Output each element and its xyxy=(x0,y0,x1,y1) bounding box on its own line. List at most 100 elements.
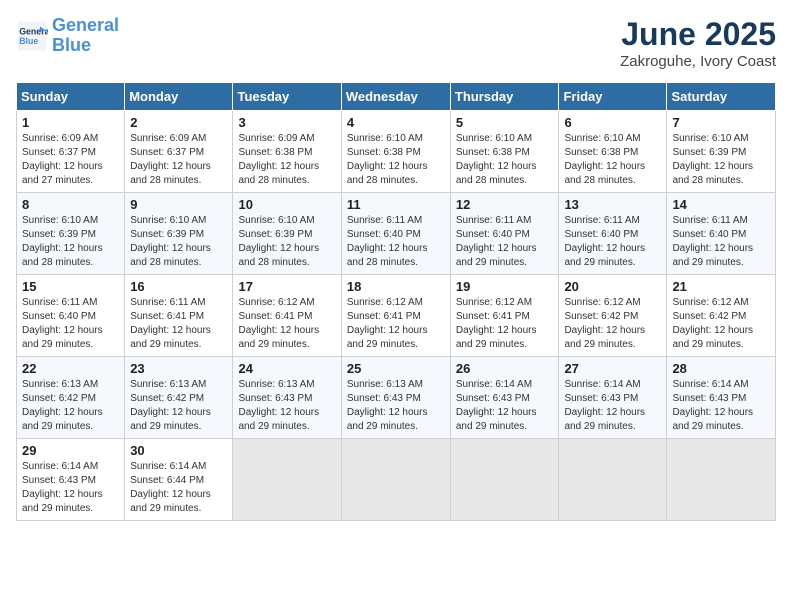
day-info: Sunrise: 6:10 AMSunset: 6:39 PMDaylight:… xyxy=(130,214,227,270)
day-number: 4 xyxy=(347,115,445,130)
header-thursday: Thursday xyxy=(450,83,559,111)
day-info: Sunrise: 6:14 AMSunset: 6:43 PMDaylight:… xyxy=(456,378,554,434)
calendar-day-cell: 11 Sunrise: 6:11 AMSunset: 6:40 PMDayligh… xyxy=(341,193,450,275)
calendar-day-cell: 7Sunrise: 6:10 AMSunset: 6:39 PMDaylight… xyxy=(667,111,776,193)
calendar-week-row: 8Sunrise: 6:10 AMSunset: 6:39 PMDaylight… xyxy=(17,193,776,275)
day-info: Sunrise: 6:11 AMSunset: 6:41 PMDaylight:… xyxy=(130,296,227,352)
day-info: Sunrise: 6:13 AMSunset: 6:42 PMDaylight:… xyxy=(22,378,119,434)
calendar-day-cell: 14 Sunrise: 6:11 AMSunset: 6:40 PMDayligh… xyxy=(667,193,776,275)
day-number: 14 xyxy=(672,197,770,212)
logo: General Blue General Blue xyxy=(16,16,119,56)
day-info: Sunrise: 6:11 AMSunset: 6:40 PMDaylight:… xyxy=(456,214,554,270)
day-info: Sunrise: 6:10 AMSunset: 6:38 PMDaylight:… xyxy=(456,132,554,188)
day-number: 12 xyxy=(456,197,554,212)
day-number: 13 xyxy=(564,197,661,212)
calendar-day-cell: 1 Sunrise: 6:09 AMSunset: 6:37 PMDaylight… xyxy=(17,111,125,193)
day-number: 22 xyxy=(22,361,119,376)
logo-line2: Blue xyxy=(52,35,91,55)
calendar-day-cell: 2 Sunrise: 6:09 AMSunset: 6:37 PMDaylight… xyxy=(125,111,233,193)
calendar-day-cell: 16 Sunrise: 6:11 AMSunset: 6:41 PMDayligh… xyxy=(125,275,233,357)
day-info: Sunrise: 6:09 AMSunset: 6:38 PMDaylight:… xyxy=(238,132,335,188)
calendar-day-cell: 28 Sunrise: 6:14 AMSunset: 6:43 PMDayligh… xyxy=(667,357,776,439)
day-number: 6 xyxy=(564,115,661,130)
day-number: 2 xyxy=(130,115,227,130)
calendar-day-cell: 18 Sunrise: 6:12 AMSunset: 6:41 PMDayligh… xyxy=(341,275,450,357)
header-sunday: Sunday xyxy=(17,83,125,111)
day-number: 21 xyxy=(672,279,770,294)
day-number: 19 xyxy=(456,279,554,294)
calendar-day-cell: 24 Sunrise: 6:13 AMSunset: 6:43 PMDayligh… xyxy=(233,357,341,439)
day-number: 10 xyxy=(238,197,335,212)
day-number: 24 xyxy=(238,361,335,376)
calendar-week-row: 15 Sunrise: 6:11 AMSunset: 6:40 PMDayligh… xyxy=(17,275,776,357)
calendar-day-cell: 6 Sunrise: 6:10 AMSunset: 6:38 PMDaylight… xyxy=(559,111,667,193)
calendar-week-row: 22 Sunrise: 6:13 AMSunset: 6:42 PMDayligh… xyxy=(17,357,776,439)
title-area: June 2025 Zakroguhe, Ivory Coast xyxy=(620,16,776,70)
header-friday: Friday xyxy=(559,83,667,111)
calendar-day-cell: 22 Sunrise: 6:13 AMSunset: 6:42 PMDayligh… xyxy=(17,357,125,439)
calendar-day-cell: 20Sunrise: 6:12 AMSunset: 6:42 PMDayligh… xyxy=(559,275,667,357)
calendar-day-cell: 15 Sunrise: 6:11 AMSunset: 6:40 PMDayligh… xyxy=(17,275,125,357)
day-number: 3 xyxy=(238,115,335,130)
calendar-day-cell: 19 Sunrise: 6:12 AMSunset: 6:41 PMDayligh… xyxy=(450,275,559,357)
calendar-day-cell: 3 Sunrise: 6:09 AMSunset: 6:38 PMDaylight… xyxy=(233,111,341,193)
day-number: 15 xyxy=(22,279,119,294)
day-info: Sunrise: 6:13 AMSunset: 6:43 PMDaylight:… xyxy=(238,378,335,434)
calendar-day-cell: 29Sunrise: 6:14 AMSunset: 6:43 PMDayligh… xyxy=(17,439,125,521)
svg-text:General: General xyxy=(19,26,48,36)
day-number: 28 xyxy=(672,361,770,376)
calendar-day-cell: 25 Sunrise: 6:13 AMSunset: 6:43 PMDayligh… xyxy=(341,357,450,439)
day-info: Sunrise: 6:14 AMSunset: 6:43 PMDaylight:… xyxy=(672,378,770,434)
day-info: Sunrise: 6:10 AMSunset: 6:38 PMDaylight:… xyxy=(564,132,661,188)
day-info: Sunrise: 6:14 AMSunset: 6:44 PMDaylight:… xyxy=(130,460,227,516)
logo-line1: General xyxy=(52,15,119,35)
header-saturday: Saturday xyxy=(667,83,776,111)
calendar-day-cell: 23Sunrise: 6:13 AMSunset: 6:42 PMDayligh… xyxy=(125,357,233,439)
calendar-header-row: SundayMondayTuesdayWednesdayThursdayFrid… xyxy=(17,83,776,111)
empty-cell xyxy=(341,439,450,521)
day-info: Sunrise: 6:09 AMSunset: 6:37 PMDaylight:… xyxy=(130,132,227,188)
header-wednesday: Wednesday xyxy=(341,83,450,111)
calendar-subtitle: Zakroguhe, Ivory Coast xyxy=(620,53,776,70)
day-info: Sunrise: 6:11 AMSunset: 6:40 PMDaylight:… xyxy=(22,296,119,352)
day-info: Sunrise: 6:10 AMSunset: 6:39 PMDaylight:… xyxy=(22,214,119,270)
day-info: Sunrise: 6:13 AMSunset: 6:43 PMDaylight:… xyxy=(347,378,445,434)
header: General Blue General Blue June 2025 Zakr… xyxy=(16,16,776,70)
day-number: 29 xyxy=(22,443,119,458)
day-number: 7 xyxy=(672,115,770,130)
day-number: 5 xyxy=(456,115,554,130)
day-number: 26 xyxy=(456,361,554,376)
day-number: 25 xyxy=(347,361,445,376)
calendar-day-cell: 21Sunrise: 6:12 AMSunset: 6:42 PMDayligh… xyxy=(667,275,776,357)
day-info: Sunrise: 6:11 AMSunset: 6:40 PMDaylight:… xyxy=(347,214,445,270)
logo-icon: General Blue xyxy=(16,20,48,52)
day-info: Sunrise: 6:09 AMSunset: 6:37 PMDaylight:… xyxy=(22,132,119,188)
empty-cell xyxy=(667,439,776,521)
day-info: Sunrise: 6:10 AMSunset: 6:39 PMDaylight:… xyxy=(238,214,335,270)
calendar-day-cell: 17Sunrise: 6:12 AMSunset: 6:41 PMDayligh… xyxy=(233,275,341,357)
calendar-day-cell: 13 Sunrise: 6:11 AMSunset: 6:40 PMDayligh… xyxy=(559,193,667,275)
empty-cell xyxy=(559,439,667,521)
day-info: Sunrise: 6:10 AMSunset: 6:38 PMDaylight:… xyxy=(347,132,445,188)
day-number: 1 xyxy=(22,115,119,130)
empty-cell xyxy=(450,439,559,521)
day-number: 18 xyxy=(347,279,445,294)
header-tuesday: Tuesday xyxy=(233,83,341,111)
day-info: Sunrise: 6:11 AMSunset: 6:40 PMDaylight:… xyxy=(564,214,661,270)
svg-text:Blue: Blue xyxy=(19,36,38,46)
day-number: 9 xyxy=(130,197,227,212)
day-info: Sunrise: 6:11 AMSunset: 6:40 PMDaylight:… xyxy=(672,214,770,270)
day-number: 27 xyxy=(564,361,661,376)
calendar-week-row: 29Sunrise: 6:14 AMSunset: 6:43 PMDayligh… xyxy=(17,439,776,521)
empty-cell xyxy=(233,439,341,521)
day-info: Sunrise: 6:12 AMSunset: 6:41 PMDaylight:… xyxy=(238,296,335,352)
day-number: 16 xyxy=(130,279,227,294)
logo-text: General Blue xyxy=(52,16,119,56)
calendar-day-cell: 12 Sunrise: 6:11 AMSunset: 6:40 PMDayligh… xyxy=(450,193,559,275)
day-number: 30 xyxy=(130,443,227,458)
calendar-day-cell: 8Sunrise: 6:10 AMSunset: 6:39 PMDaylight… xyxy=(17,193,125,275)
day-number: 11 xyxy=(347,197,445,212)
calendar-week-row: 1 Sunrise: 6:09 AMSunset: 6:37 PMDaylight… xyxy=(17,111,776,193)
day-info: Sunrise: 6:12 AMSunset: 6:41 PMDaylight:… xyxy=(347,296,445,352)
day-info: Sunrise: 6:12 AMSunset: 6:41 PMDaylight:… xyxy=(456,296,554,352)
